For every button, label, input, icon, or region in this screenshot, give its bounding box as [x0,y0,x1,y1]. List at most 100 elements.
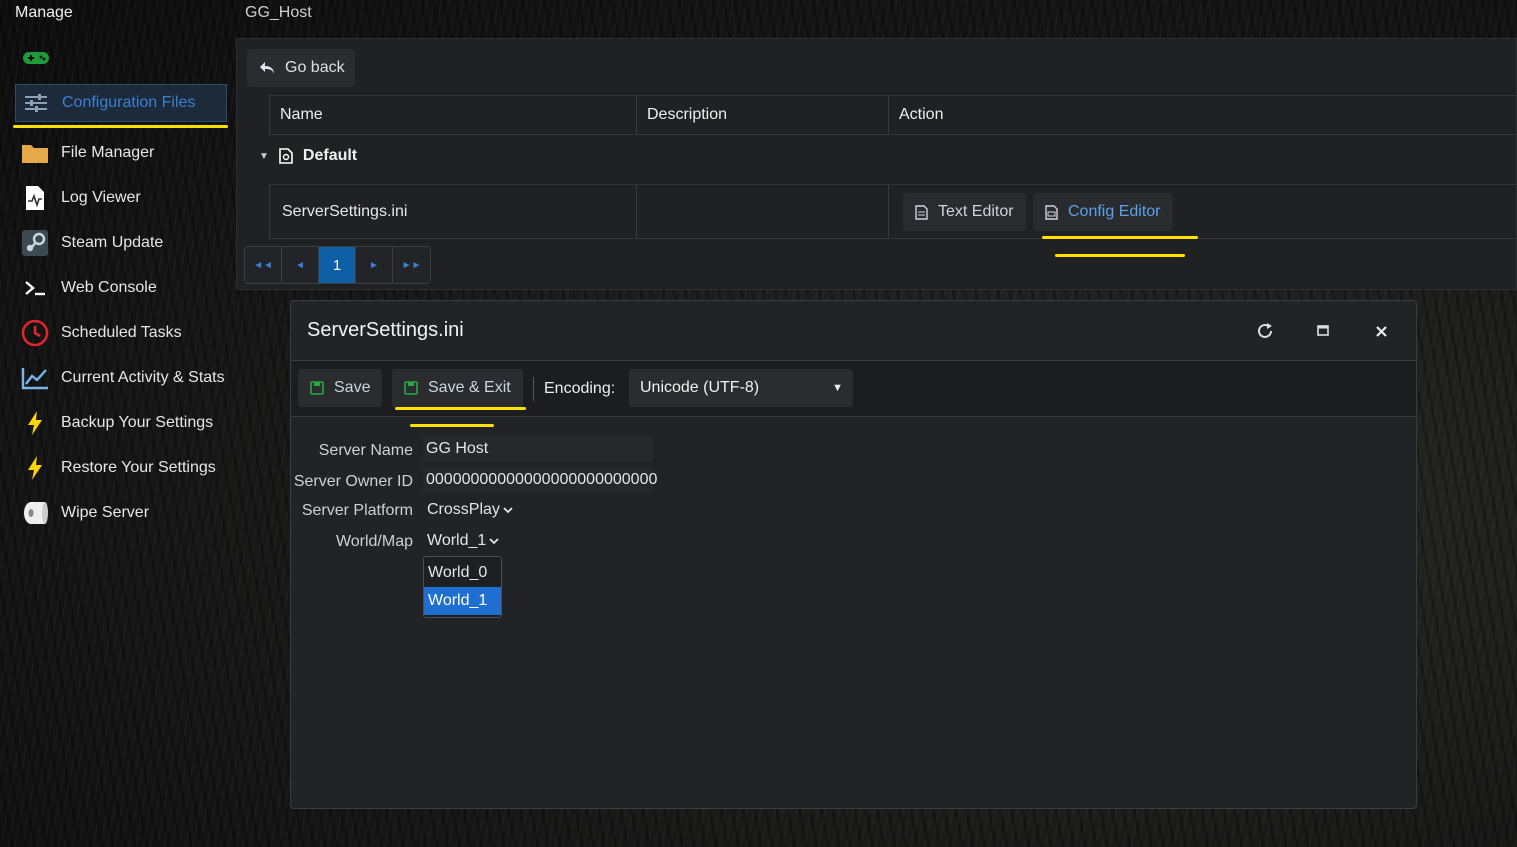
highlight-underline [13,125,228,128]
sidebar-item-restore-settings[interactable]: Restore Your Settings [15,449,227,487]
steam-icon [21,229,49,257]
sidebar-item-label: Steam Update [61,234,164,251]
sidebar-item-label: Web Console [61,279,157,296]
dialog-title: ServerSettings.ini [307,319,464,341]
dialog-header: ServerSettings.ini [291,301,1416,361]
save-exit-label: Save & Exit [428,379,511,396]
highlight-underline [395,407,526,410]
column-divider [269,184,270,239]
config-file-icon [279,148,293,164]
document-icon [915,204,928,220]
highlight-underline [410,424,494,427]
go-back-button[interactable]: Go back [247,49,355,87]
chevron-down-icon [503,506,513,513]
sidebar-item-label: Backup Your Settings [61,414,214,431]
server-platform-select[interactable]: CrossPlay [423,497,513,523]
sidebar-item-label: Restore Your Settings [61,459,216,476]
chevron-down-icon [489,537,499,544]
manage-label: Manage [15,4,73,21]
save-button[interactable]: Save [298,369,383,407]
pagination: ◄◄ ◄ 1 ► ►► [244,246,431,284]
sidebar-item-file-manager[interactable]: File Manager [15,134,227,172]
server-platform-value: CrossPlay [427,501,500,518]
sidebar-item-label: File Manager [61,144,155,161]
last-page-button[interactable]: ►► [393,247,430,283]
next-page-button[interactable]: ► [356,247,393,283]
server-title: GG_Host [245,4,312,21]
sidebar-item-activity-stats[interactable]: Current Activity & Stats [15,359,227,397]
server-name-input[interactable]: GG Host [423,436,653,462]
sidebar-item-label: Log Viewer [61,189,141,206]
bolt-icon [21,409,49,437]
dropdown-option-world-1[interactable]: World_1 [424,587,501,615]
save-icon [404,381,418,395]
bolt-icon [21,454,49,482]
go-back-label: Go back [285,59,345,76]
highlight-underline [1042,236,1198,239]
column-divider [636,95,637,135]
dropdown-option-world-0[interactable]: World_0 [424,559,501,587]
gamepad-icon[interactable] [22,50,50,66]
server-owner-id-label: Server Owner ID [293,473,413,490]
sidebar-item-label: Scheduled Tasks [61,324,182,341]
encoding-select[interactable]: Unicode (UTF-8) ▼ [629,369,853,407]
sidebar-item-wipe-server[interactable]: Wipe Server [15,494,227,532]
toolbar-divider [533,377,534,401]
page-1-button[interactable]: 1 [319,247,356,283]
sidebar-item-web-console[interactable]: Web Console [15,269,227,307]
save-exit-button[interactable]: Save & Exit [392,369,523,407]
back-arrow-icon [260,62,274,74]
world-map-label: World/Map [335,533,413,550]
log-file-icon [21,184,49,212]
close-icon[interactable] [1369,319,1393,343]
sidebar-item-configuration-files[interactable]: Configuration Files [15,84,227,122]
group-label: Default [302,147,358,164]
wipe-icon [21,499,49,527]
world-map-dropdown: World_0 World_1 [423,556,502,618]
world-map-value: World_1 [427,532,487,549]
world-map-select[interactable]: World_1 [423,528,499,554]
caret-down-icon[interactable]: ▼ [259,151,269,162]
refresh-icon[interactable] [1253,319,1277,343]
server-name-label: Server Name [318,442,413,459]
file-description-cell [636,185,649,238]
sidebar-item-label: Wipe Server [61,504,150,521]
text-editor-label: Text Editor [938,203,1014,220]
encoding-value: Unicode (UTF-8) [640,379,760,396]
table-header: Name Description Action [269,95,1516,135]
config-document-icon [1045,204,1058,220]
column-name[interactable]: Name [269,96,323,134]
column-divider [636,184,637,239]
config-editor-button[interactable]: Config Editor [1033,193,1173,231]
sidebar-item-backup-settings[interactable]: Backup Your Settings [15,404,227,442]
encoding-label: Encoding: [544,380,616,397]
sidebar-item-label: Current Activity & Stats [61,369,225,386]
table-row: ServerSettings.ini [269,184,1516,239]
terminal-icon [21,274,49,302]
column-action[interactable]: Action [888,96,943,134]
save-icon [310,381,324,395]
config-editor-dialog: ServerSettings.ini Save Save & Exit Enco… [290,300,1417,809]
file-name-cell: ServerSettings.ini [282,202,408,220]
first-page-button[interactable]: ◄◄ [245,247,282,283]
sidebar-item-log-viewer[interactable]: Log Viewer [15,179,227,217]
highlight-underline [1055,254,1185,257]
sidebar-item-scheduled-tasks[interactable]: Scheduled Tasks [15,314,227,352]
save-label: Save [334,379,371,396]
sidebar-item-steam-update[interactable]: Steam Update [15,224,227,262]
folder-icon [21,139,49,167]
caret-down-icon: ▼ [832,382,843,394]
text-editor-button[interactable]: Text Editor [903,193,1026,231]
column-divider [888,184,889,239]
group-row-default[interactable]: ▼ Default [259,147,357,165]
column-divider [888,95,889,135]
maximize-icon[interactable] [1311,319,1335,343]
config-editor-label: Config Editor [1068,203,1161,220]
server-owner-id-input[interactable]: 00000000000000000000000000 [423,467,657,493]
column-divider [269,95,270,135]
column-description[interactable]: Description [636,96,727,134]
clock-icon [21,319,49,347]
chart-icon [21,364,49,392]
prev-page-button[interactable]: ◄ [282,247,319,283]
config-files-panel: Go back Name Description Action ▼ Defaul… [236,38,1517,290]
